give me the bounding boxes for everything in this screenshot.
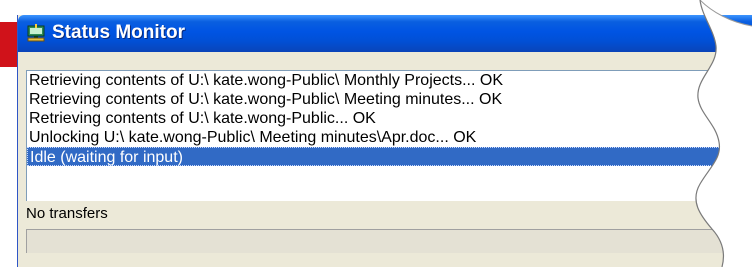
log-line[interactable]: Retrieving contents of U:\ kate.wong-Pub… — [27, 109, 752, 128]
log-line[interactable]: Retrieving contents of U:\ kate.wong-Pub… — [27, 90, 752, 109]
network-drive-icon — [27, 24, 45, 42]
log-line[interactable]: Unlocking U:\ kate.wong-Public\ Meeting … — [27, 128, 752, 147]
title-bar[interactable]: Status Monitor — [18, 15, 752, 52]
window-title: Status Monitor — [52, 22, 185, 43]
status-log-list[interactable]: Retrieving contents of U:\ kate.wong-Pub… — [26, 70, 752, 201]
transfer-status-label: No transfers — [26, 205, 108, 222]
status-monitor-window: Status Monitor Retrieving contents of U:… — [17, 15, 752, 267]
log-line[interactable]: Retrieving contents of U:\ kate.wong-Pub… — [27, 71, 752, 90]
log-line-selected[interactable]: Idle (waiting for input) — [27, 147, 752, 166]
transfer-progress-bar — [26, 229, 752, 253]
red-accent-strip — [0, 22, 17, 67]
